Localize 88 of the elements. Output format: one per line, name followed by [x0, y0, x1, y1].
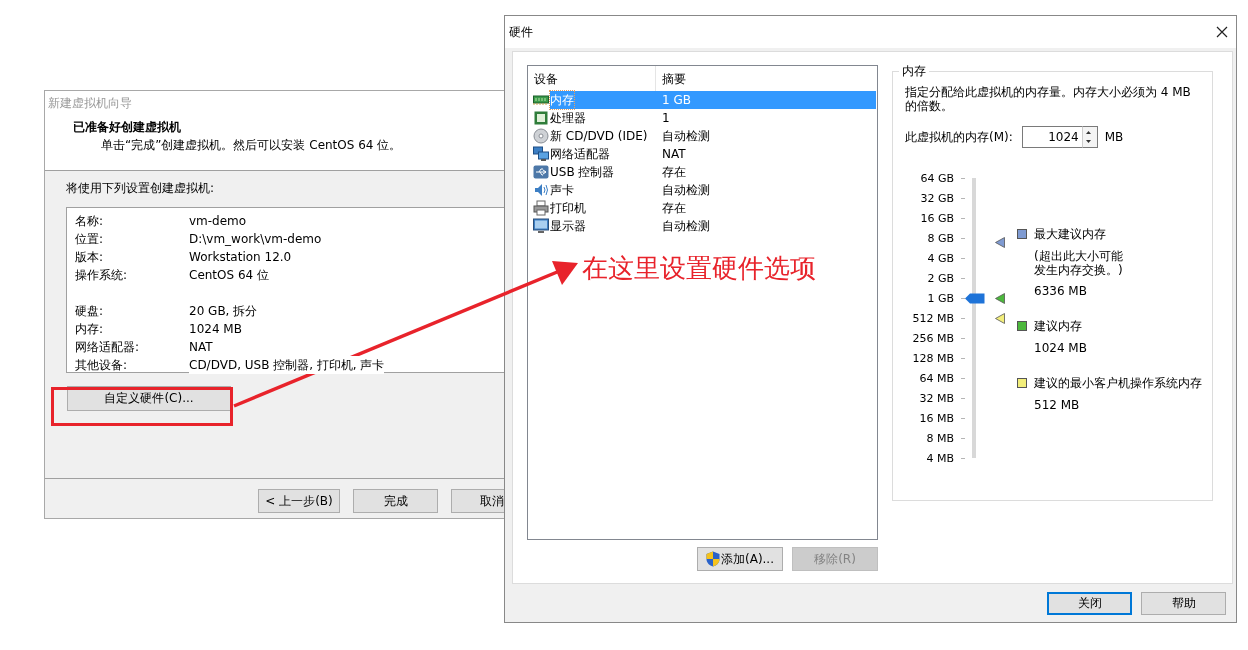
wizard-button[interactable]: < 上一步(B) — [258, 489, 340, 513]
device-name: 新 CD/DVD (IDE) — [550, 128, 648, 145]
network-monitors-icon — [533, 146, 549, 162]
dialog-button[interactable]: 帮助 — [1141, 591, 1226, 615]
scale-label: 4 GB — [927, 251, 954, 265]
device-summary: 自动检测 — [662, 218, 710, 235]
usb-icon — [533, 164, 549, 180]
column-header[interactable]: 摘要 — [656, 66, 686, 91]
device-summary: 自动检测 — [662, 128, 710, 145]
dialog-button[interactable]: 关闭 — [1047, 591, 1132, 615]
legend-label: 建议的最小客户机操作系统内存 — [1034, 375, 1202, 391]
device-summary: 1 — [662, 110, 670, 127]
legend-value: 6336 MB — [1033, 284, 1088, 298]
annotation-text: 在这里设置硬件选项 — [582, 252, 816, 285]
disc-icon — [533, 128, 549, 144]
legend-label: 建议内存 — [1034, 318, 1082, 334]
settings-caption: 将使用下列设置创建虚拟机: — [66, 180, 216, 197]
setting-label: 内存: — [75, 321, 105, 338]
device-row[interactable]: 显示器 自动检测 — [528, 217, 876, 235]
memory-input[interactable]: 1024 — [1021, 126, 1082, 148]
device-row[interactable]: USB 控制器 存在 — [528, 163, 876, 181]
customize-hardware-button[interactable]: 自定义硬件(C)... — [67, 386, 231, 411]
legend-value: 512 MB — [1033, 398, 1081, 412]
device-row[interactable]: 网络适配器 NAT — [528, 145, 876, 163]
setting-label: 操作系统: — [75, 267, 129, 284]
device-summary: NAT — [662, 146, 686, 163]
device-row[interactable]: 打印机 存在 — [528, 199, 876, 217]
device-summary: 1 GB — [662, 92, 691, 109]
setting-label: 位置: — [75, 231, 105, 248]
device-name: 打印机 — [550, 200, 586, 217]
device-summary: 存在 — [662, 200, 686, 217]
printer-icon — [533, 200, 549, 216]
device-name: 处理器 — [550, 110, 586, 127]
scale-label: 32 GB — [920, 191, 954, 205]
window-title: 硬件 — [509, 23, 533, 41]
scale-label: 1 GB — [927, 291, 954, 305]
add-button[interactable]: 添加(A)... — [697, 547, 783, 571]
window-title: 新建虚拟机向导 — [45, 91, 506, 113]
shield-icon — [706, 551, 720, 567]
setting-label: 网络适配器: — [75, 339, 141, 356]
scale-label: 32 MB — [919, 391, 954, 405]
scale-label: 64 MB — [919, 371, 954, 385]
group-title: 内存 — [899, 63, 929, 79]
unit-label: MB — [1104, 130, 1124, 144]
page-subheading: 单击“完成”创建虚拟机。然后可以安装 CentOS 64 位。 — [100, 137, 403, 154]
device-name: USB 控制器 — [550, 164, 615, 181]
setting-label: 其他设备: — [75, 357, 129, 374]
slider-thumb[interactable] — [965, 292, 985, 304]
scale-label: 64 GB — [920, 171, 954, 185]
device-row[interactable]: 新 CD/DVD (IDE) 自动检测 — [528, 127, 876, 145]
chip-icon — [533, 110, 549, 126]
scale-label: 16 GB — [920, 211, 954, 225]
legend-value: 1024 MB — [1033, 341, 1088, 355]
device-summary: 存在 — [662, 164, 686, 181]
setting-value: D:\vm_work\vm-demo — [189, 230, 322, 248]
legend-note: (超出此大小可能发生内存交换。) — [1033, 249, 1124, 277]
memory-description: 指定分配给此虚拟机的内存量。内存大小必须为 4 MB 的倍数。 — [905, 85, 1192, 113]
device-summary: 自动检测 — [662, 182, 710, 199]
close-icon[interactable] — [1216, 26, 1228, 38]
memory-chip-icon — [533, 92, 549, 108]
scale-label: 16 MB — [919, 411, 954, 425]
legend-label: 最大建议内存 — [1034, 226, 1106, 242]
setting-label: 名称: — [75, 213, 105, 230]
device-name: 网络适配器 — [550, 146, 610, 163]
memory-label: 此虚拟机的内存(M): — [905, 128, 1013, 146]
speaker-icon — [533, 182, 549, 198]
setting-label: 硬盘: — [75, 303, 105, 320]
scale-label: 8 MB — [926, 431, 954, 445]
scale-label: 128 MB — [912, 351, 954, 365]
scale-label: 4 MB — [926, 451, 954, 465]
setting-value: CD/DVD, USB 控制器, 打印机, 声卡 — [189, 356, 385, 374]
scale-label: 8 GB — [927, 231, 954, 245]
column-header[interactable]: 设备 — [528, 66, 656, 91]
page-heading: 已准备好创建虚拟机 — [73, 119, 182, 136]
device-name: 显示器 — [550, 218, 586, 235]
monitor-icon — [533, 218, 549, 234]
device-row[interactable]: 声卡 自动检测 — [528, 181, 876, 199]
device-row[interactable]: 处理器 1 — [528, 109, 876, 127]
wizard-button[interactable]: 取消 — [451, 489, 506, 513]
device-name: 声卡 — [550, 182, 574, 199]
setting-label: 版本: — [75, 249, 105, 266]
device-name: 内存 — [550, 91, 574, 109]
wizard-button[interactable]: 完成 — [353, 489, 438, 513]
scale-label: 512 MB — [912, 311, 954, 325]
scale-label: 2 GB — [927, 271, 954, 285]
setting-value: 20 GB, 拆分 — [189, 302, 258, 320]
setting-value: CentOS 64 位 — [189, 266, 270, 284]
scale-label: 256 MB — [912, 331, 954, 345]
